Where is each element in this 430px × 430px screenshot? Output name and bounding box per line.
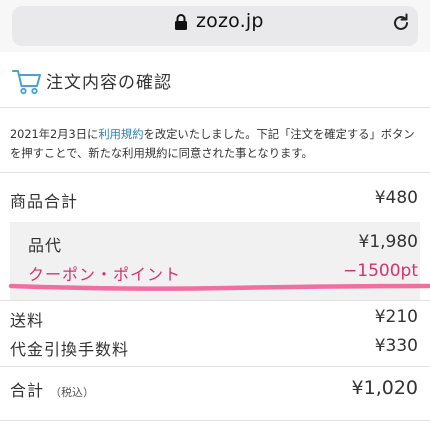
url-text[interactable]: zozo.jp bbox=[196, 10, 264, 32]
divider bbox=[0, 300, 430, 301]
subtotal-label: 商品合計 bbox=[10, 192, 79, 211]
price-label: 品代 bbox=[28, 236, 63, 255]
divider bbox=[0, 366, 430, 367]
subtotal-value: ¥480 bbox=[374, 188, 418, 208]
tax-note: （税込） bbox=[50, 386, 95, 399]
lock-icon bbox=[175, 14, 187, 30]
terms-notice: 2021年2月3日に利用規約を改定いたしました。下記「注文を確定する」ボタンを押… bbox=[10, 125, 420, 163]
coupon-value: −1500pt bbox=[343, 261, 418, 281]
notice-prefix: 2021年2月3日に bbox=[10, 128, 99, 141]
browser-bar: zozo.jp bbox=[0, 0, 430, 52]
price-value: ¥1,980 bbox=[358, 232, 418, 252]
divider bbox=[0, 172, 430, 173]
page-title: 注文内容の確認 bbox=[46, 73, 172, 93]
shipping-value: ¥210 bbox=[374, 307, 418, 327]
total-label: 合計 （税込） bbox=[10, 377, 94, 401]
cod-fee-value: ¥330 bbox=[374, 336, 418, 356]
total-value: ¥1,020 bbox=[351, 377, 418, 399]
total-text: 合計 bbox=[10, 381, 45, 400]
shipping-label: 送料 bbox=[10, 311, 45, 330]
highlight-underline bbox=[8, 283, 430, 291]
cart-icon bbox=[12, 70, 41, 95]
divider bbox=[0, 420, 430, 421]
order-header: 注文内容の確認 bbox=[0, 52, 430, 108]
reload-icon[interactable] bbox=[391, 13, 411, 33]
cod-fee-label: 代金引換手数料 bbox=[10, 340, 130, 359]
terms-link[interactable]: 利用規約 bbox=[98, 128, 143, 141]
